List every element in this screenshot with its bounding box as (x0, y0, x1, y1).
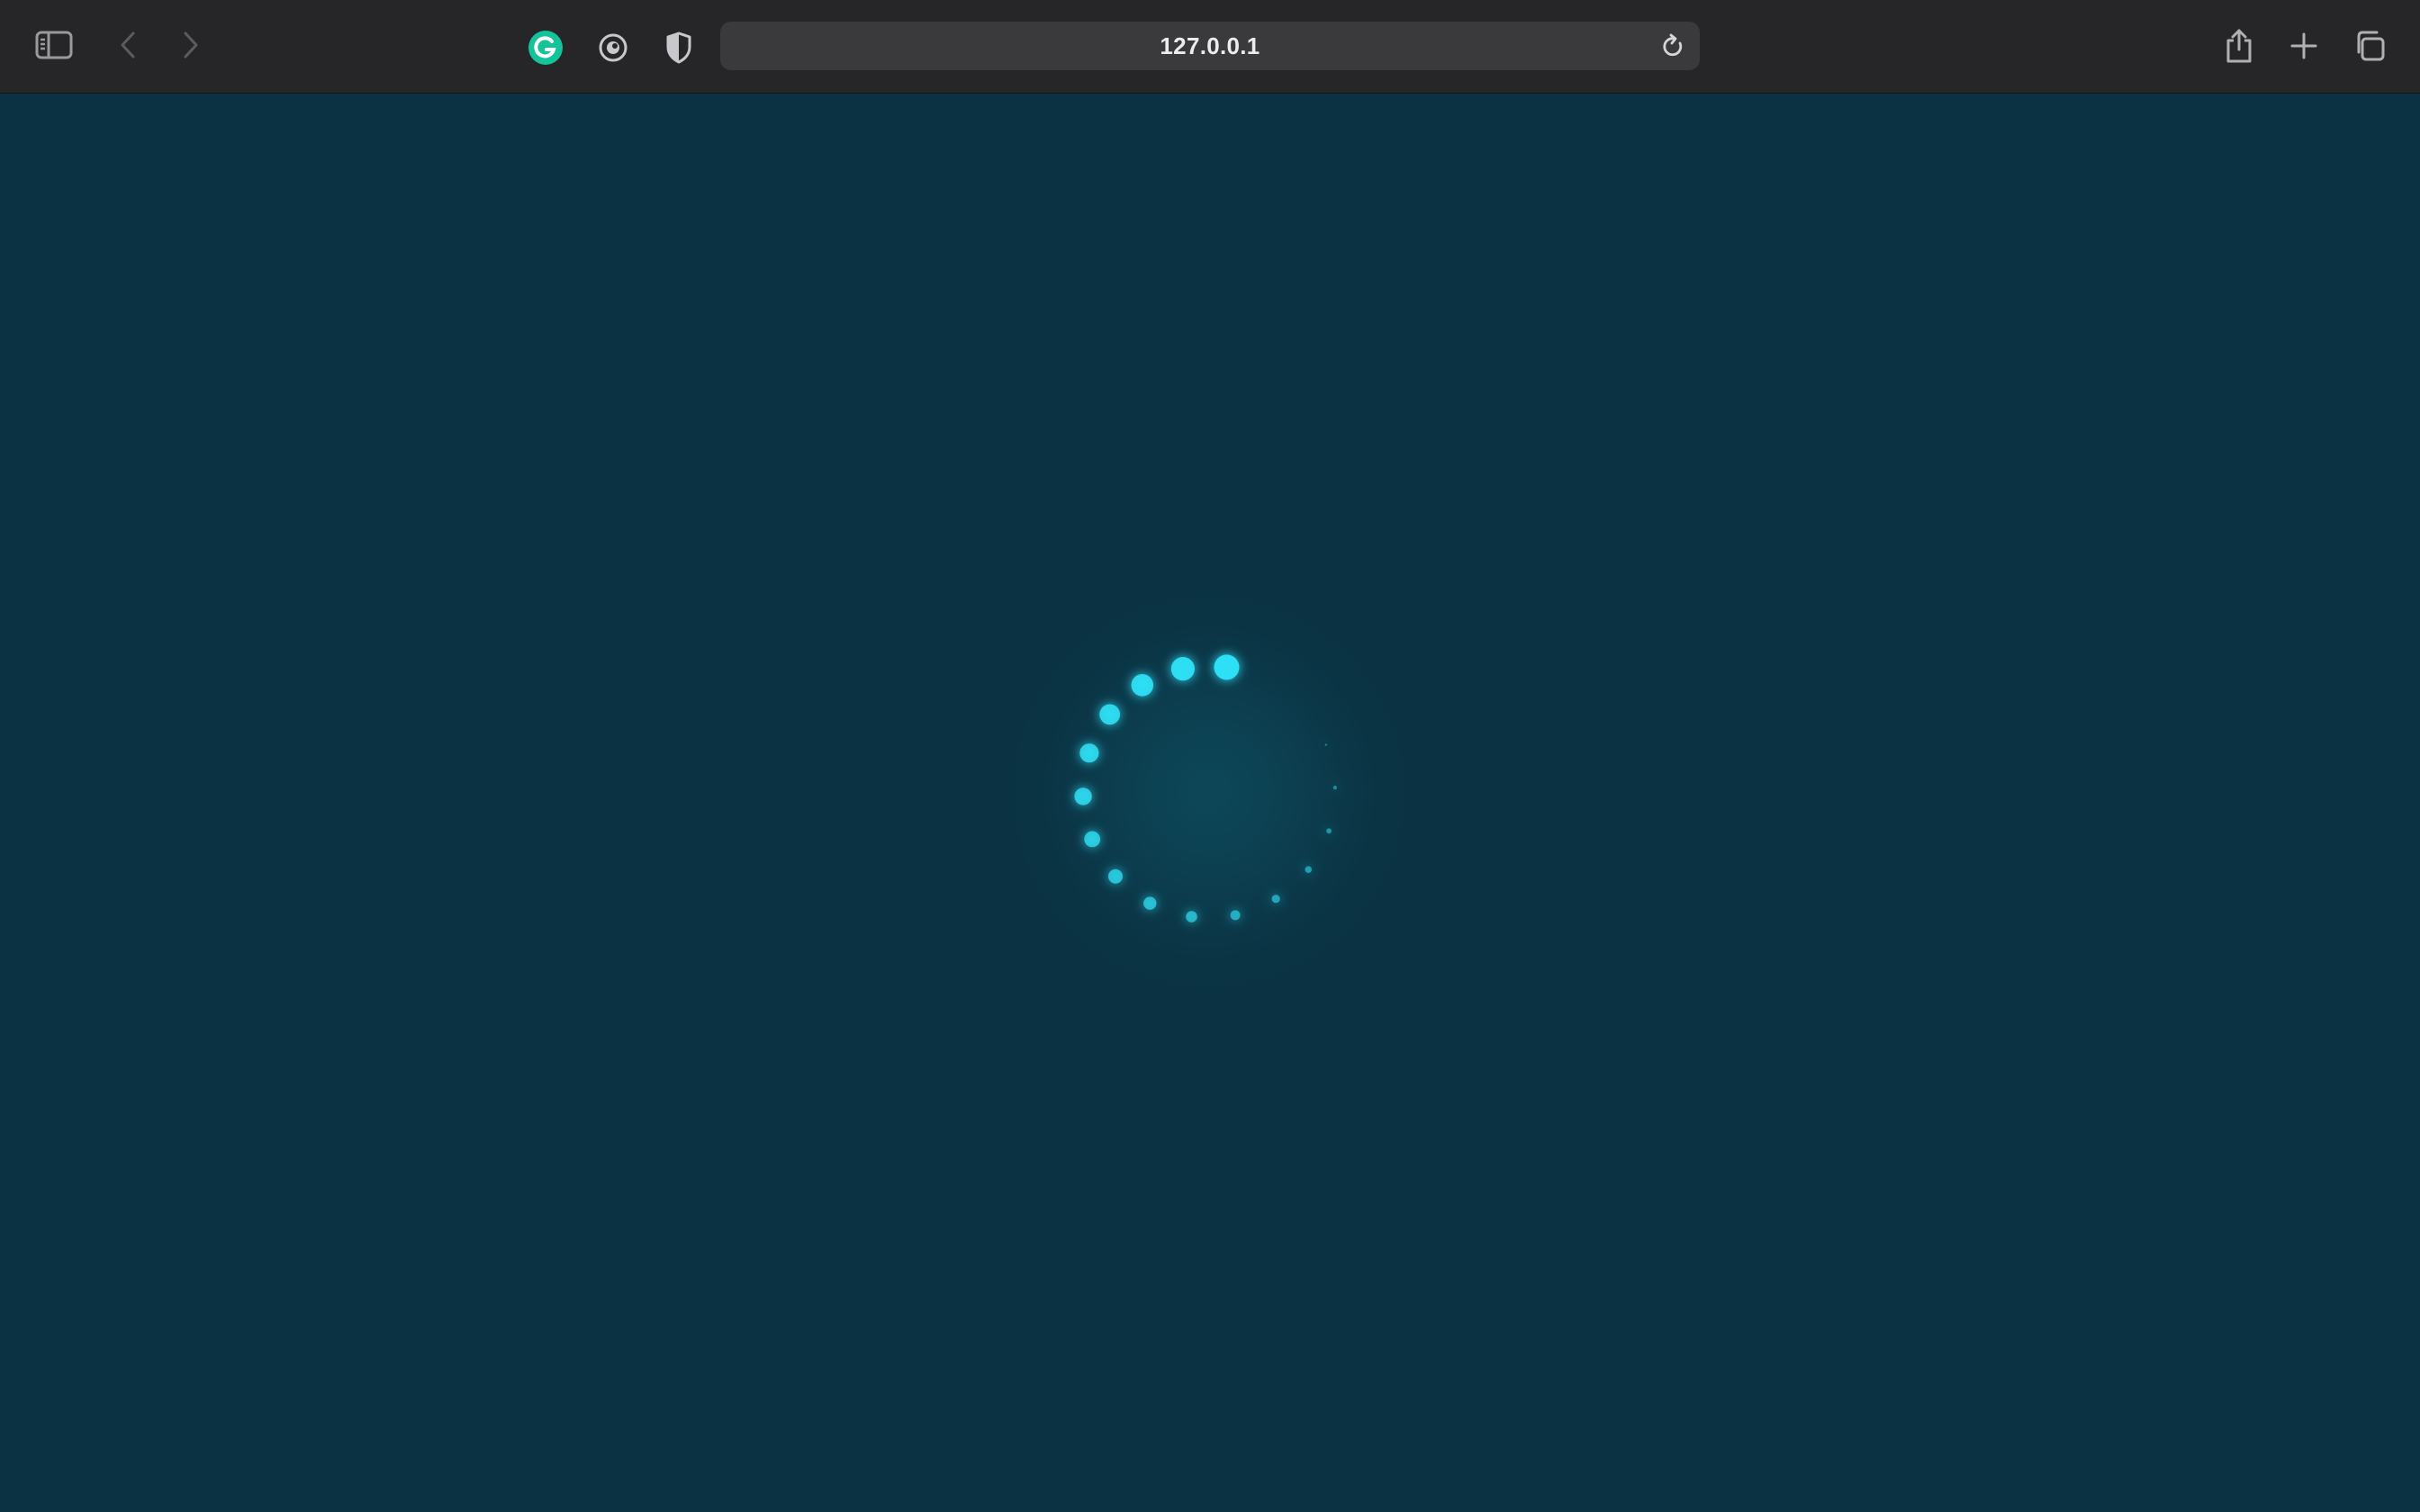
share-icon (2226, 29, 2252, 63)
privacy-report-button[interactable] (660, 29, 698, 67)
shield-icon (666, 32, 691, 64)
chevron-left-icon (121, 32, 135, 58)
page-viewport (0, 94, 2420, 1512)
back-button[interactable] (115, 29, 140, 61)
chevron-right-icon (184, 32, 198, 58)
grammarly-extension-button[interactable] (527, 29, 564, 67)
tab-overview-icon (2357, 31, 2385, 61)
new-tab-button[interactable] (2285, 27, 2323, 65)
grammarly-extension-icon (528, 31, 563, 65)
sidebar-icon (35, 31, 73, 59)
extension-icon (599, 33, 628, 62)
reload-button[interactable] (1658, 32, 1687, 60)
extension-button[interactable] (594, 29, 632, 67)
forward-button[interactable] (178, 29, 203, 61)
address-text: 127.0.0.1 (1160, 32, 1260, 59)
plus-icon (2290, 32, 2317, 59)
browser-toolbar: 127.0.0.1 (0, 0, 2420, 94)
tab-overview-button[interactable] (2351, 27, 2388, 65)
reload-icon (1663, 33, 1683, 57)
sidebar-toggle-button[interactable] (34, 29, 74, 61)
share-button[interactable] (2220, 25, 2258, 67)
address-bar[interactable]: 127.0.0.1 (720, 22, 1700, 70)
